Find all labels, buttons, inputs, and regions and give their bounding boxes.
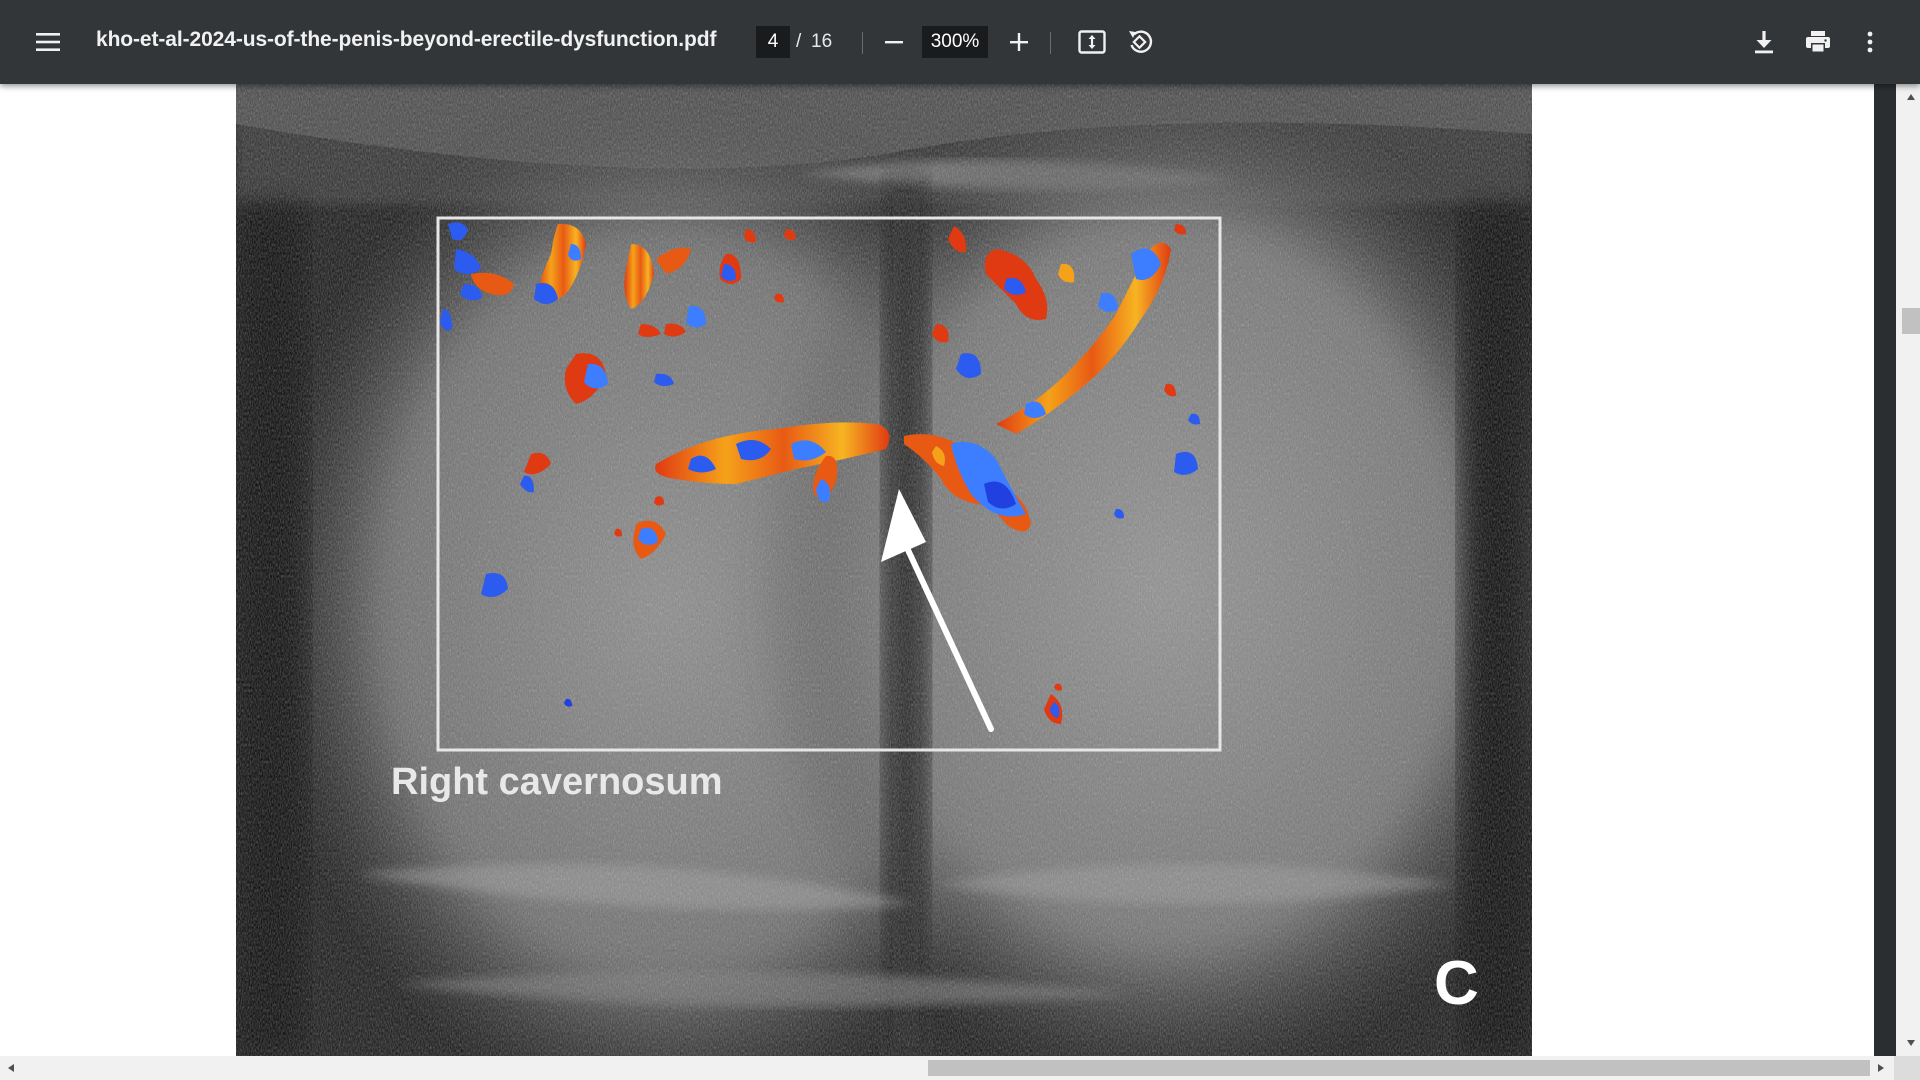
- more-vertical-icon: [1867, 31, 1873, 53]
- figure-label: Right cavernosum: [391, 761, 723, 803]
- pdf-page: Right cavernosum C: [0, 84, 1874, 1056]
- download-icon: [1755, 31, 1773, 54]
- arrow-down-icon: [1907, 1040, 1915, 1046]
- arrow-right-icon: [1878, 1064, 1884, 1072]
- horizontal-scrollbar[interactable]: [0, 1056, 1920, 1080]
- zoom-out-button[interactable]: [872, 20, 916, 64]
- pdf-viewer[interactable]: Right cavernosum C: [0, 84, 1874, 1056]
- toolbar-divider: [1050, 32, 1051, 54]
- page-separator: /: [796, 31, 802, 52]
- ultrasound-figure: Right cavernosum C: [236, 84, 1532, 1056]
- fit-to-page-button[interactable]: [1070, 20, 1114, 64]
- print-button[interactable]: [1796, 20, 1840, 64]
- plus-icon: [1010, 33, 1028, 51]
- download-button[interactable]: [1742, 20, 1786, 64]
- vertical-scroll-track[interactable]: [1896, 84, 1920, 1056]
- scroll-down-button[interactable]: [1902, 1034, 1920, 1052]
- vertical-scroll-thumb[interactable]: [1902, 308, 1920, 334]
- scrollbar-corner: [1894, 1056, 1920, 1080]
- pdf-toolbar: kho-et-al-2024-us-of-the-penis-beyond-er…: [0, 0, 1920, 84]
- arrow-left-icon: [8, 1064, 14, 1072]
- menu-button[interactable]: [26, 20, 70, 64]
- scrollbar-gutter: [1874, 84, 1896, 1056]
- more-options-button[interactable]: [1848, 20, 1892, 64]
- fit-to-page-icon: [1078, 30, 1106, 54]
- menu-icon: [36, 33, 60, 51]
- rotate-button[interactable]: [1118, 20, 1162, 64]
- page-number-input[interactable]: [756, 26, 790, 58]
- figure-panel-letter: C: [1434, 949, 1479, 1018]
- horizontal-scroll-thumb[interactable]: [928, 1060, 1870, 1076]
- arrow-up-icon: [1907, 94, 1915, 100]
- zoom-input[interactable]: [922, 26, 988, 58]
- minus-icon: [885, 41, 903, 44]
- vertical-scrollbar[interactable]: [1874, 84, 1920, 1056]
- scroll-up-button[interactable]: [1902, 88, 1920, 106]
- print-icon: [1806, 31, 1830, 53]
- page-total: 16: [811, 31, 833, 52]
- zoom-in-button[interactable]: [997, 20, 1041, 64]
- document-title: kho-et-al-2024-us-of-the-penis-beyond-er…: [96, 28, 717, 51]
- rotate-counterclockwise-icon: [1129, 30, 1153, 53]
- scroll-right-button[interactable]: [1872, 1059, 1890, 1077]
- toolbar-divider: [862, 32, 863, 54]
- scroll-left-button[interactable]: [2, 1059, 20, 1077]
